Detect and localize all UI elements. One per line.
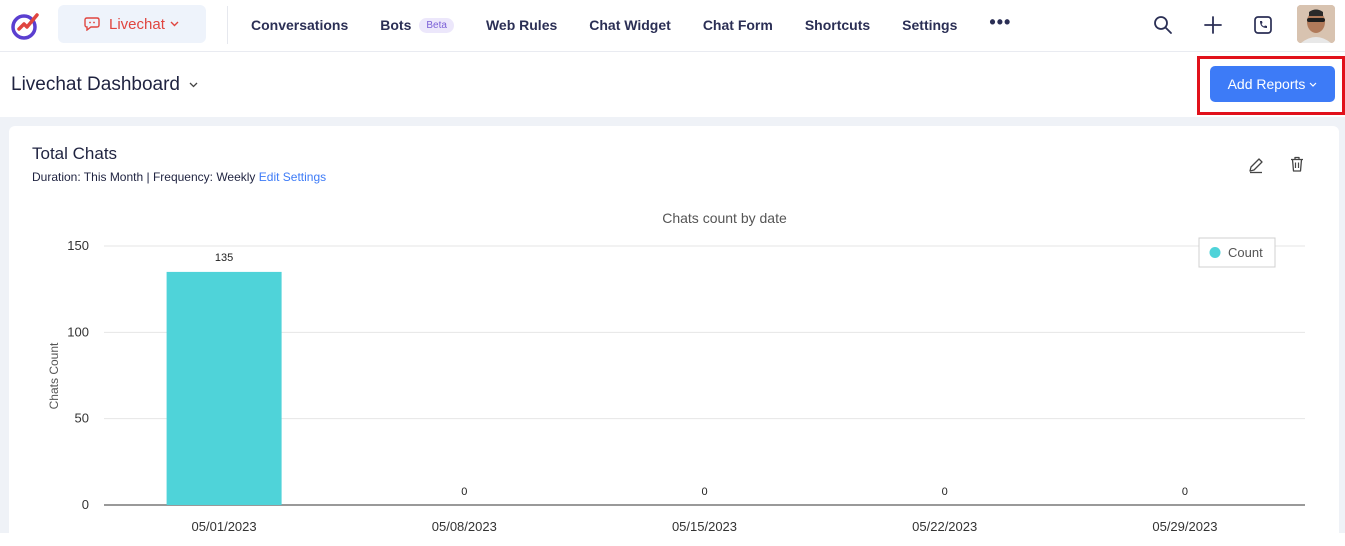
chart-title: Chats count by date <box>662 210 787 226</box>
add-reports-button[interactable]: Add Reports <box>1210 66 1335 102</box>
x-tick-label: 05/15/2023 <box>672 519 737 534</box>
more-menu-button[interactable]: ••• <box>989 12 1011 33</box>
y-tick-label: 0 <box>82 497 89 512</box>
bar-data-label: 0 <box>942 486 948 498</box>
nav-divider <box>227 6 228 44</box>
add-reports-label: Add Reports <box>1227 76 1306 92</box>
report-card-total-chats: Total Chats Duration: This Month | Frequ… <box>9 126 1339 546</box>
x-tick-label: 05/01/2023 <box>192 519 257 534</box>
app-switcher-dropdown[interactable]: Livechat <box>58 5 206 43</box>
x-tick-label: 05/08/2023 <box>432 519 497 534</box>
plus-icon[interactable] <box>1202 14 1224 36</box>
y-tick-label: 100 <box>67 324 89 339</box>
search-icon[interactable] <box>1152 14 1174 36</box>
main-nav: Conversations Bots Beta Web Rules Chat Wi… <box>251 0 1043 50</box>
dashboard-header: Livechat Dashboard Add Reports <box>0 53 1345 117</box>
beta-badge: Beta <box>419 17 454 33</box>
chevron-down-icon <box>170 21 179 27</box>
bar-data-label: 135 <box>215 252 233 264</box>
bar <box>166 271 282 505</box>
nav-item-label: Web Rules <box>485 17 558 33</box>
chat-bubble-icon <box>84 17 100 31</box>
x-tick-label: 05/22/2023 <box>912 519 977 534</box>
bar-data-label: 0 <box>461 486 467 498</box>
nav-item-bots[interactable]: Bots Beta <box>380 17 454 33</box>
nav-item-chat-form[interactable]: Chat Form <box>703 17 773 33</box>
x-tick-label: 05/29/2023 <box>1152 519 1217 534</box>
top-navigation-bar: Livechat Conversations Bots Beta Web Rule… <box>0 0 1345 52</box>
nav-item-conversations[interactable]: Conversations <box>251 17 348 33</box>
nav-item-label: Conversations <box>251 17 349 33</box>
bar-data-label: 0 <box>701 486 707 498</box>
nav-item-label: Chat Widget <box>589 17 671 33</box>
page-title: Livechat Dashboard <box>11 74 180 95</box>
user-avatar[interactable] <box>1297 5 1335 43</box>
nav-item-web-rules[interactable]: Web Rules <box>486 17 557 33</box>
y-axis-label: Chats Count <box>47 342 61 409</box>
user-photo-icon <box>1297 5 1335 43</box>
dashboard-selector[interactable]: Livechat Dashboard <box>11 74 198 96</box>
bar-data-label: 0 <box>1182 486 1188 498</box>
y-tick-label: 150 <box>67 238 89 253</box>
legend-swatch <box>1209 247 1221 258</box>
app-switcher-label: Livechat <box>109 15 165 33</box>
app-logo-icon[interactable] <box>10 9 42 41</box>
chevron-down-icon <box>189 82 198 88</box>
nav-item-label: Settings <box>902 17 958 33</box>
nav-item-label: Bots <box>380 17 412 33</box>
nav-item-shortcuts[interactable]: Shortcuts <box>805 17 870 33</box>
chats-bar-chart: Chats count by date 0 50 100 150 Chats Count 1… <box>47 210 1305 534</box>
nav-item-chat-widget[interactable]: Chat Widget <box>589 17 671 33</box>
legend-label: Count <box>1228 245 1263 260</box>
phone-dialer-icon[interactable] <box>1252 14 1274 36</box>
nav-item-label: Shortcuts <box>804 17 871 33</box>
nav-item-label: Chat Form <box>702 17 773 33</box>
nav-item-settings[interactable]: Settings <box>902 17 957 33</box>
chevron-down-icon <box>1309 82 1317 87</box>
y-tick-label: 50 <box>75 411 89 426</box>
